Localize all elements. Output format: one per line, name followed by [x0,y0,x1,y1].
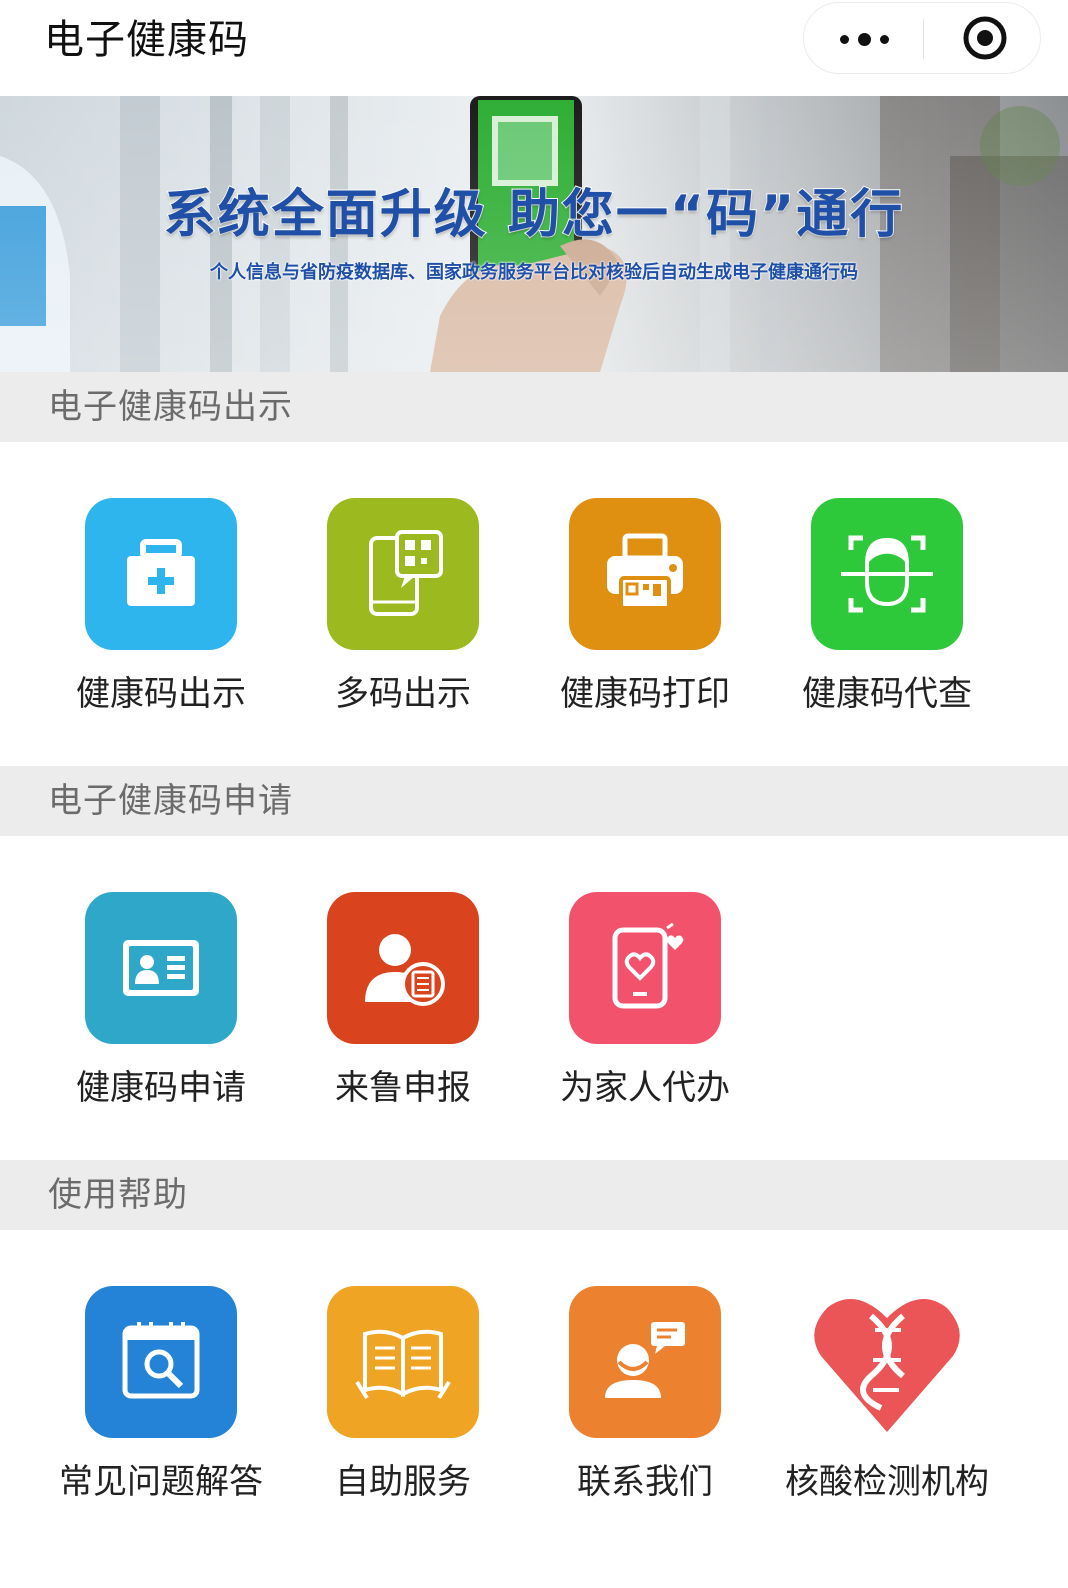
tile-health-code-proxy-query[interactable]: 健康码代查 [766,498,1008,718]
tile-icon-bg [569,892,721,1044]
calendar-search-icon [122,1322,200,1399]
close-button[interactable] [962,15,1008,61]
tile-nucleic-test-institutions[interactable]: 核酸检测机构 [766,1286,1008,1506]
tile-icon-bg [85,1286,237,1438]
printer-icon [607,533,683,610]
tile-label: 健康码申请 [76,1068,246,1108]
tile-icon-bg [85,892,237,1044]
tile-label: 联系我们 [577,1462,713,1502]
section-title: 电子健康码出示 [48,387,293,427]
tile-label: 核酸检测机构 [785,1462,989,1502]
tile-shandong-report[interactable]: 来鲁申报 [282,892,524,1112]
banner-subtitle: 个人信息与省防疫数据库、国家政务服务平台比对核验后自动生成电子健康通行码 [210,262,858,283]
tile-label: 健康码代查 [802,674,972,714]
section-header-apply: 电子健康码申请 [0,766,1068,836]
tile-icon-bg [327,498,479,650]
section-header-show: 电子健康码出示 [0,372,1068,442]
tile-icon-bg [569,1286,721,1438]
tile-icon-bg [327,1286,479,1438]
tile-label: 来鲁申报 [335,1068,471,1108]
more-dots-icon [839,32,889,46]
heart-dna-icon [814,1299,960,1432]
tile-family-proxy[interactable]: 为家人代办 [524,892,766,1112]
medical-kit-icon [127,539,195,606]
top-bar: 电子健康码 [0,0,1068,96]
tile-contact-us[interactable]: 联系我们 [524,1286,766,1506]
tile-icon-bg [811,1286,963,1438]
tile-label: 自助服务 [335,1462,471,1502]
tile-icon-bg [811,498,963,650]
tile-health-code-print[interactable]: 健康码打印 [524,498,766,718]
banner-title: 系统全面升级 助您一“码”通行 [163,184,905,246]
tile-icon-bg [327,892,479,1044]
id-card-icon [123,940,199,996]
tile-label: 为家人代办 [560,1068,730,1108]
face-scan-icon [841,535,933,613]
user-report-icon [365,934,445,1006]
page-title: 电子健康码 [44,17,249,63]
tile-health-code-apply[interactable]: 健康码申请 [40,892,282,1112]
section-title: 使用帮助 [48,1175,188,1215]
open-book-icon [355,1329,451,1400]
section-title: 电子健康码申请 [48,781,293,821]
tile-label: 健康码出示 [76,674,246,714]
tile-icon-bg [569,498,721,650]
section-header-help: 使用帮助 [0,1160,1068,1230]
phone-qrcode-icon [369,530,443,616]
target-close-icon [963,16,1007,60]
phone-heart-icon [612,922,684,1009]
tile-label: 多码出示 [335,674,471,714]
tile-faq[interactable]: 常见问题解答 [40,1286,282,1506]
tile-health-code-show[interactable]: 健康码出示 [40,498,282,718]
capsule-divider [923,19,924,59]
tile-self-service[interactable]: 自助服务 [282,1286,524,1506]
tile-label: 健康码打印 [560,674,730,714]
promo-banner[interactable]: 系统全面升级 助您一“码”通行 个人信息与省防疫数据库、国家政务服务平台比对核验… [0,96,1068,372]
tile-label: 常见问题解答 [59,1462,263,1502]
tile-icon-bg [85,498,237,650]
tile-multi-code-show[interactable]: 多码出示 [282,498,524,718]
contact-chat-icon [605,1322,685,1398]
mini-program-capsule [803,2,1041,74]
more-menu-button[interactable] [834,27,894,51]
